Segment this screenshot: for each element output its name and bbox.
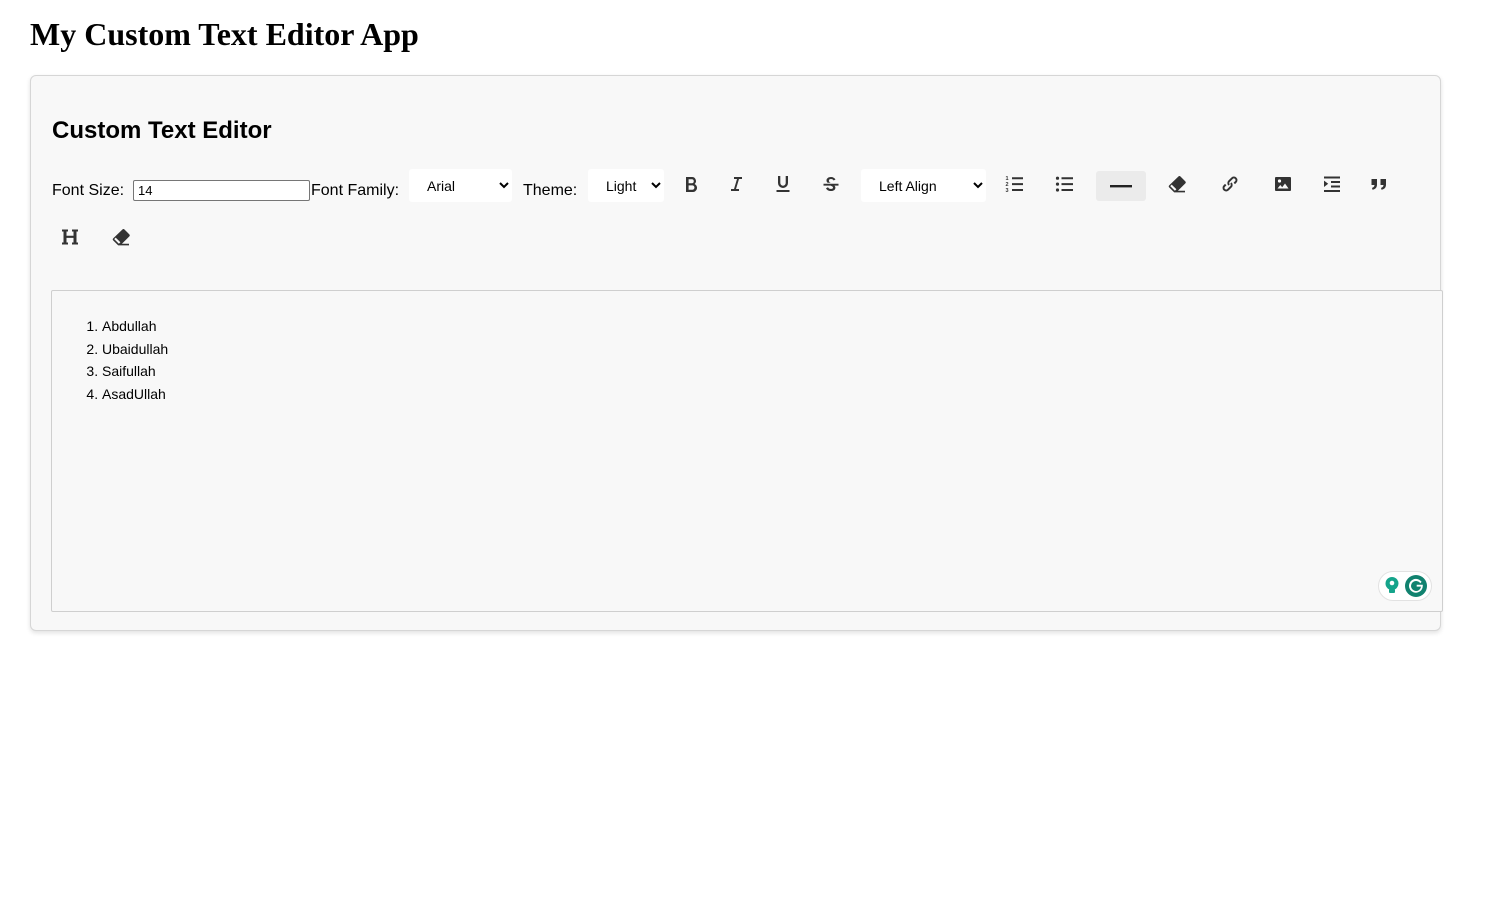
editor-heading: Custom Text Editor xyxy=(52,117,272,144)
font-family-label: Font Family: xyxy=(311,182,400,199)
grammarly-widget[interactable] xyxy=(1378,571,1432,601)
list-item: Abdullah xyxy=(102,315,168,338)
unordered-list-button[interactable] xyxy=(1043,169,1087,199)
link-button[interactable] xyxy=(1208,169,1252,199)
heading-button[interactable] xyxy=(48,222,92,252)
list-item: AsadUllah xyxy=(102,383,168,406)
theme-label: Theme: xyxy=(523,182,578,199)
link-icon xyxy=(1222,176,1238,192)
font-size-label: Font Size: xyxy=(52,182,125,199)
indent-icon xyxy=(1324,176,1340,192)
theme-select[interactable]: Light xyxy=(588,169,664,202)
horizontal-rule-icon xyxy=(1110,185,1132,188)
blockquote-button[interactable] xyxy=(1357,169,1401,199)
strikethrough-icon xyxy=(823,177,839,191)
page-title: My Custom Text Editor App xyxy=(30,16,419,52)
unordered-list-icon xyxy=(1055,176,1073,192)
font-size-input[interactable] xyxy=(133,180,310,201)
quote-icon xyxy=(1371,179,1386,190)
indent-button[interactable] xyxy=(1310,169,1354,199)
heading-icon xyxy=(62,229,78,245)
horizontal-rule-button[interactable] xyxy=(1096,171,1146,201)
ordered-list-button[interactable]: 123 xyxy=(993,169,1037,199)
lightbulb-icon xyxy=(1385,577,1399,593)
bold-button[interactable] xyxy=(669,169,713,199)
underline-button[interactable] xyxy=(761,169,805,199)
image-icon xyxy=(1275,177,1291,191)
eraser-icon xyxy=(112,229,130,246)
font-family-select[interactable]: Arial xyxy=(409,169,512,202)
underline-icon xyxy=(776,176,790,192)
ordered-list-icon: 123 xyxy=(1006,176,1023,194)
editor-container: Custom Text Editor Font Size: Font Famil… xyxy=(30,75,1443,631)
eraser-icon xyxy=(1168,176,1186,193)
italic-button[interactable] xyxy=(714,169,758,199)
alignment-select[interactable]: Left Align xyxy=(861,169,986,202)
list-item: Ubaidullah xyxy=(102,338,168,361)
italic-icon xyxy=(731,177,742,191)
strikethrough-button[interactable] xyxy=(809,169,853,199)
editor-content-area[interactable]: Abdullah Ubaidullah Saifullah AsadUllah xyxy=(51,290,1443,612)
svg-text:3: 3 xyxy=(1006,188,1009,194)
clear-format-button[interactable] xyxy=(99,222,143,252)
grammarly-logo-icon xyxy=(1405,575,1427,597)
eraser-button[interactable] xyxy=(1155,169,1199,199)
list-item: Saifullah xyxy=(102,360,168,383)
image-button[interactable] xyxy=(1261,169,1305,199)
ordered-list: Abdullah Ubaidullah Saifullah AsadUllah xyxy=(102,315,168,405)
bold-icon xyxy=(686,177,698,193)
